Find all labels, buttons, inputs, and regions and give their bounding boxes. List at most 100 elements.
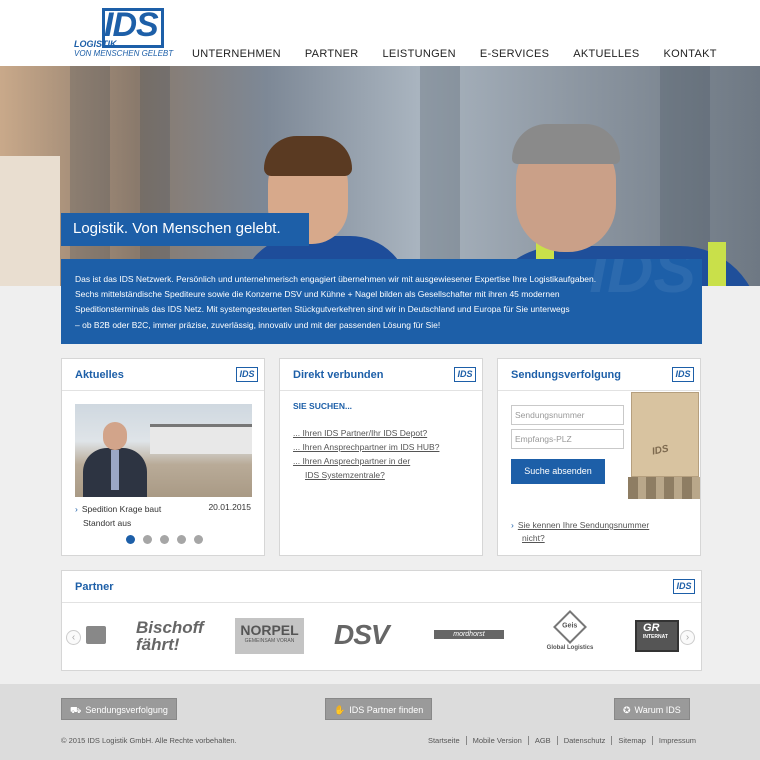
- partner-logo-noerpel[interactable]: NORPEL GEMEINSAM VORAN: [235, 618, 304, 654]
- photo-building: [150, 424, 252, 454]
- logo-subline-2: VON MENSCHEN GELEBT: [74, 49, 174, 58]
- footer-sendungsverfolgung-button[interactable]: ⛟ Sendungsverfolgung: [61, 698, 177, 720]
- nav-kontakt[interactable]: KONTAKT: [664, 48, 717, 60]
- link-ids-partner-depot[interactable]: ... Ihren IDS Partner/Ihr IDS Depot?: [293, 427, 427, 440]
- footer-link-agb[interactable]: AGB: [527, 736, 557, 745]
- link-ansprechpartner-hub[interactable]: ... Ihren Ansprechpartner im IDS HUB?: [293, 441, 439, 454]
- footer-link-impressum[interactable]: Impressum: [651, 736, 702, 745]
- footer-link-startseite[interactable]: Startseite: [422, 736, 466, 745]
- partner-logo-geis[interactable]: Geis Global Logistics: [546, 610, 594, 651]
- hand-icon: ✋: [334, 705, 346, 715]
- ids-badge-icon: IDS: [454, 367, 476, 382]
- partner-title: Partner: [75, 581, 114, 593]
- hero-image: [0, 66, 760, 286]
- carousel-prev-button[interactable]: ‹: [66, 630, 81, 645]
- sie-suchen-heading: SIE SUCHEN...: [293, 401, 353, 411]
- bischoff-text: Bischoff fährt!: [136, 618, 204, 654]
- ids-logo[interactable]: IDS LOGISTIK VON MENSCHEN GELEBT: [74, 6, 173, 60]
- nav-unternehmen[interactable]: UNTERNEHMEN: [192, 48, 281, 60]
- carousel-next-button[interactable]: ›: [680, 630, 695, 645]
- news-line-2: Standort aus: [83, 518, 132, 528]
- link-ansprechpartner-zentrale[interactable]: ... Ihren Ansprechpartner in der: [293, 455, 410, 468]
- direkt-title: Direkt verbunden: [293, 369, 384, 381]
- footer-partner-finden-button[interactable]: ✋ IDS Partner finden: [325, 698, 433, 720]
- partner-logo-bischoff[interactable]: Bischoff fährt!: [136, 619, 208, 653]
- geis-subtext: Global Logistics: [546, 645, 594, 651]
- news-line-1: Spedition Krage baut: [81, 504, 162, 514]
- slider-dot[interactable]: [143, 535, 152, 544]
- aktuelles-card: Aktuelles IDS › Spedition Krage baut Stan…: [61, 358, 265, 556]
- ids-badge-icon: IDS: [673, 579, 695, 594]
- chevron-right-icon: ›: [511, 520, 514, 530]
- box-ids-stamp: IDS: [651, 443, 670, 458]
- chevron-right-icon: ›: [75, 504, 78, 514]
- intro-text: Das ist das IDS Netzwerk. Persönlich und…: [61, 259, 702, 344]
- site-footer: ⛟ Sendungsverfolgung ✋ IDS Partner finden …: [0, 684, 760, 760]
- nav-e-services[interactable]: E-SERVICES: [480, 48, 549, 60]
- empfangs-plz-input[interactable]: Empfangs-PLZ: [511, 429, 624, 449]
- hero-worker-senior-hair: [512, 124, 620, 164]
- sv-link-line-1: Sie kennen Ihre Sendungsnummer: [517, 520, 650, 530]
- copyright-text: © 2015 IDS Logistik GmbH. Alle Rechte vo…: [61, 736, 237, 745]
- slider-dot[interactable]: [194, 535, 203, 544]
- slider-dot[interactable]: [126, 535, 135, 544]
- footer-btn-label: Sendungsverfolgung: [85, 705, 168, 715]
- footer-link-datenschutz[interactable]: Datenschutz: [556, 736, 612, 745]
- link-ansprechpartner-zentrale-cont[interactable]: IDS Systemzentrale?: [305, 469, 385, 482]
- footer-link-sitemap[interactable]: Sitemap: [611, 736, 652, 745]
- unknown-tracking-number-link[interactable]: › Sie kennen Ihre Sendungsnummer nicht?: [511, 519, 649, 545]
- card-header: Sendungsverfolgung IDS: [498, 359, 700, 391]
- footer-link-mobile[interactable]: Mobile Version: [465, 736, 528, 745]
- sendung-title: Sendungsverfolgung: [511, 369, 621, 381]
- slider-dot[interactable]: [177, 535, 186, 544]
- gr-subtext: INTERNAT: [643, 634, 668, 640]
- award-icon: ✪: [623, 705, 631, 715]
- ids-watermark: IDS: [589, 259, 696, 306]
- sendungsnummer-input[interactable]: Sendungsnummer: [511, 405, 624, 425]
- hero-title: Logistik. Von Menschen gelebt.: [61, 213, 309, 246]
- card-header: Aktuelles IDS: [62, 359, 264, 391]
- site-header: IDS LOGISTIK VON MENSCHEN GELEBT UNTERNE…: [0, 0, 760, 66]
- news-date: 20.01.2015: [208, 502, 251, 512]
- news-headline-link[interactable]: › Spedition Krage baut Standort aus: [75, 502, 161, 530]
- nav-partner[interactable]: PARTNER: [305, 48, 359, 60]
- hero-worker-young-hair: [264, 136, 352, 176]
- partner-logo-mordhorst[interactable]: mordhorst: [434, 630, 504, 639]
- intro-line: – ob B2B oder B2C, immer präzise, zuverl…: [75, 319, 441, 330]
- partner-logo-partial[interactable]: [86, 626, 106, 644]
- truck-icon: ⛟: [70, 705, 82, 715]
- footer-warum-ids-button[interactable]: ✪ Warum IDS: [614, 698, 690, 720]
- sendung-card: Sendungsverfolgung IDS IDS Sendungsnumme…: [497, 358, 701, 556]
- logo-subline-1: LOGISTIK: [74, 39, 117, 49]
- partner-carousel: ‹ Bischoff fährt! NORPEL GEMEINSAM VORAN…: [62, 603, 702, 670]
- direkt-card: Direkt verbunden IDS SIE SUCHEN... ... I…: [279, 358, 483, 556]
- card-header: Partner IDS: [62, 571, 701, 603]
- geis-text: Geis: [562, 623, 578, 630]
- noerpel-text: NORPEL: [240, 622, 299, 638]
- photo-person-tie: [111, 450, 119, 490]
- footer-btn-label: IDS Partner finden: [349, 705, 424, 715]
- news-photo[interactable]: [75, 404, 252, 497]
- pallet-image: [628, 477, 700, 499]
- geis-diamond-icon: Geis: [553, 610, 587, 644]
- hero-box: [0, 156, 60, 286]
- partner-logo-gr-international[interactable]: GR INTERNAT: [635, 620, 679, 652]
- ids-badge-icon: IDS: [236, 367, 258, 382]
- nav-leistungen[interactable]: LEISTUNGEN: [383, 48, 456, 60]
- slider-dot[interactable]: [160, 535, 169, 544]
- sv-link-line-2: nicht?: [522, 533, 545, 543]
- suche-absenden-button[interactable]: Suche absenden: [511, 459, 605, 484]
- aktuelles-title: Aktuelles: [75, 369, 124, 381]
- hero-shelf: [420, 66, 460, 286]
- footer-links: Startseite Mobile Version AGB Datenschut…: [422, 736, 702, 745]
- partner-card: Partner IDS ‹ Bischoff fährt! NORPEL GEM…: [61, 570, 702, 671]
- photo-person-head: [103, 422, 127, 450]
- hero-shelf: [70, 66, 110, 286]
- nav-aktuelles[interactable]: AKTUELLES: [573, 48, 639, 60]
- main-nav: UNTERNEHMEN PARTNER LEISTUNGEN E-SERVICE…: [192, 48, 741, 60]
- noerpel-slogan: GEMEINSAM VORAN: [244, 638, 295, 644]
- parcel-box-image: IDS: [631, 392, 699, 477]
- partner-logo-dsv[interactable]: DSV: [334, 619, 390, 651]
- hero-shelf: [140, 66, 170, 286]
- card-header: Direkt verbunden IDS: [280, 359, 482, 391]
